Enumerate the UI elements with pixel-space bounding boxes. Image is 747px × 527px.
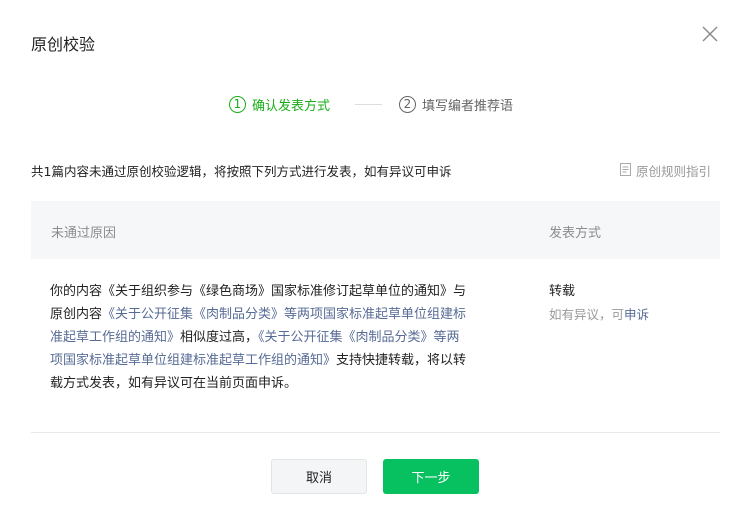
next-step-button[interactable]: 下一步 xyxy=(383,459,479,494)
failure-reason-cell: 你的内容《关于组织参与《绿色商场》国家标准修订起草单位的通知》与原创内容《关于公… xyxy=(50,280,470,395)
step-label: 填写编者推荐语 xyxy=(422,98,514,114)
rules-guide-link[interactable]: 原创规则指引 xyxy=(620,161,711,180)
original-check-dialog: 原创校验 1 确认发表方式 2 填写编者推荐语 共1篇内容未通过原创校验逻辑，将… xyxy=(0,0,747,527)
step-label: 确认发表方式 xyxy=(252,98,331,114)
close-icon[interactable] xyxy=(700,24,720,44)
step-editor-recommendation: 2 填写编者推荐语 xyxy=(399,93,513,115)
reason-text: 相似度过高， xyxy=(180,330,259,345)
document-icon xyxy=(620,162,631,179)
step-confirm-method: 1 确认发表方式 xyxy=(229,93,330,115)
row-divider xyxy=(31,432,720,433)
cancel-button[interactable]: 取消 xyxy=(271,459,367,494)
appeal-prefix: 如有异议，可 xyxy=(549,307,625,322)
table-header: 未通过原因 发表方式 xyxy=(31,201,720,259)
step-indicator: 1 确认发表方式 2 填写编者推荐语 xyxy=(0,93,747,115)
step-number: 1 xyxy=(229,95,246,113)
step-number: 2 xyxy=(399,95,416,113)
column-header-method: 发表方式 xyxy=(549,226,602,241)
notice-text: 共1篇内容未通过原创校验逻辑，将按照下列方式进行发表，如有异议可申诉 xyxy=(31,164,452,179)
appeal-hint: 如有异议，可申诉 xyxy=(549,304,649,323)
dialog-title: 原创校验 xyxy=(31,35,96,54)
step-connector xyxy=(355,104,382,105)
rules-guide-label: 原创规则指引 xyxy=(636,164,712,179)
publish-method: 转载 xyxy=(549,284,576,299)
appeal-link[interactable]: 申诉 xyxy=(624,307,649,322)
column-header-reason: 未通过原因 xyxy=(51,226,117,241)
